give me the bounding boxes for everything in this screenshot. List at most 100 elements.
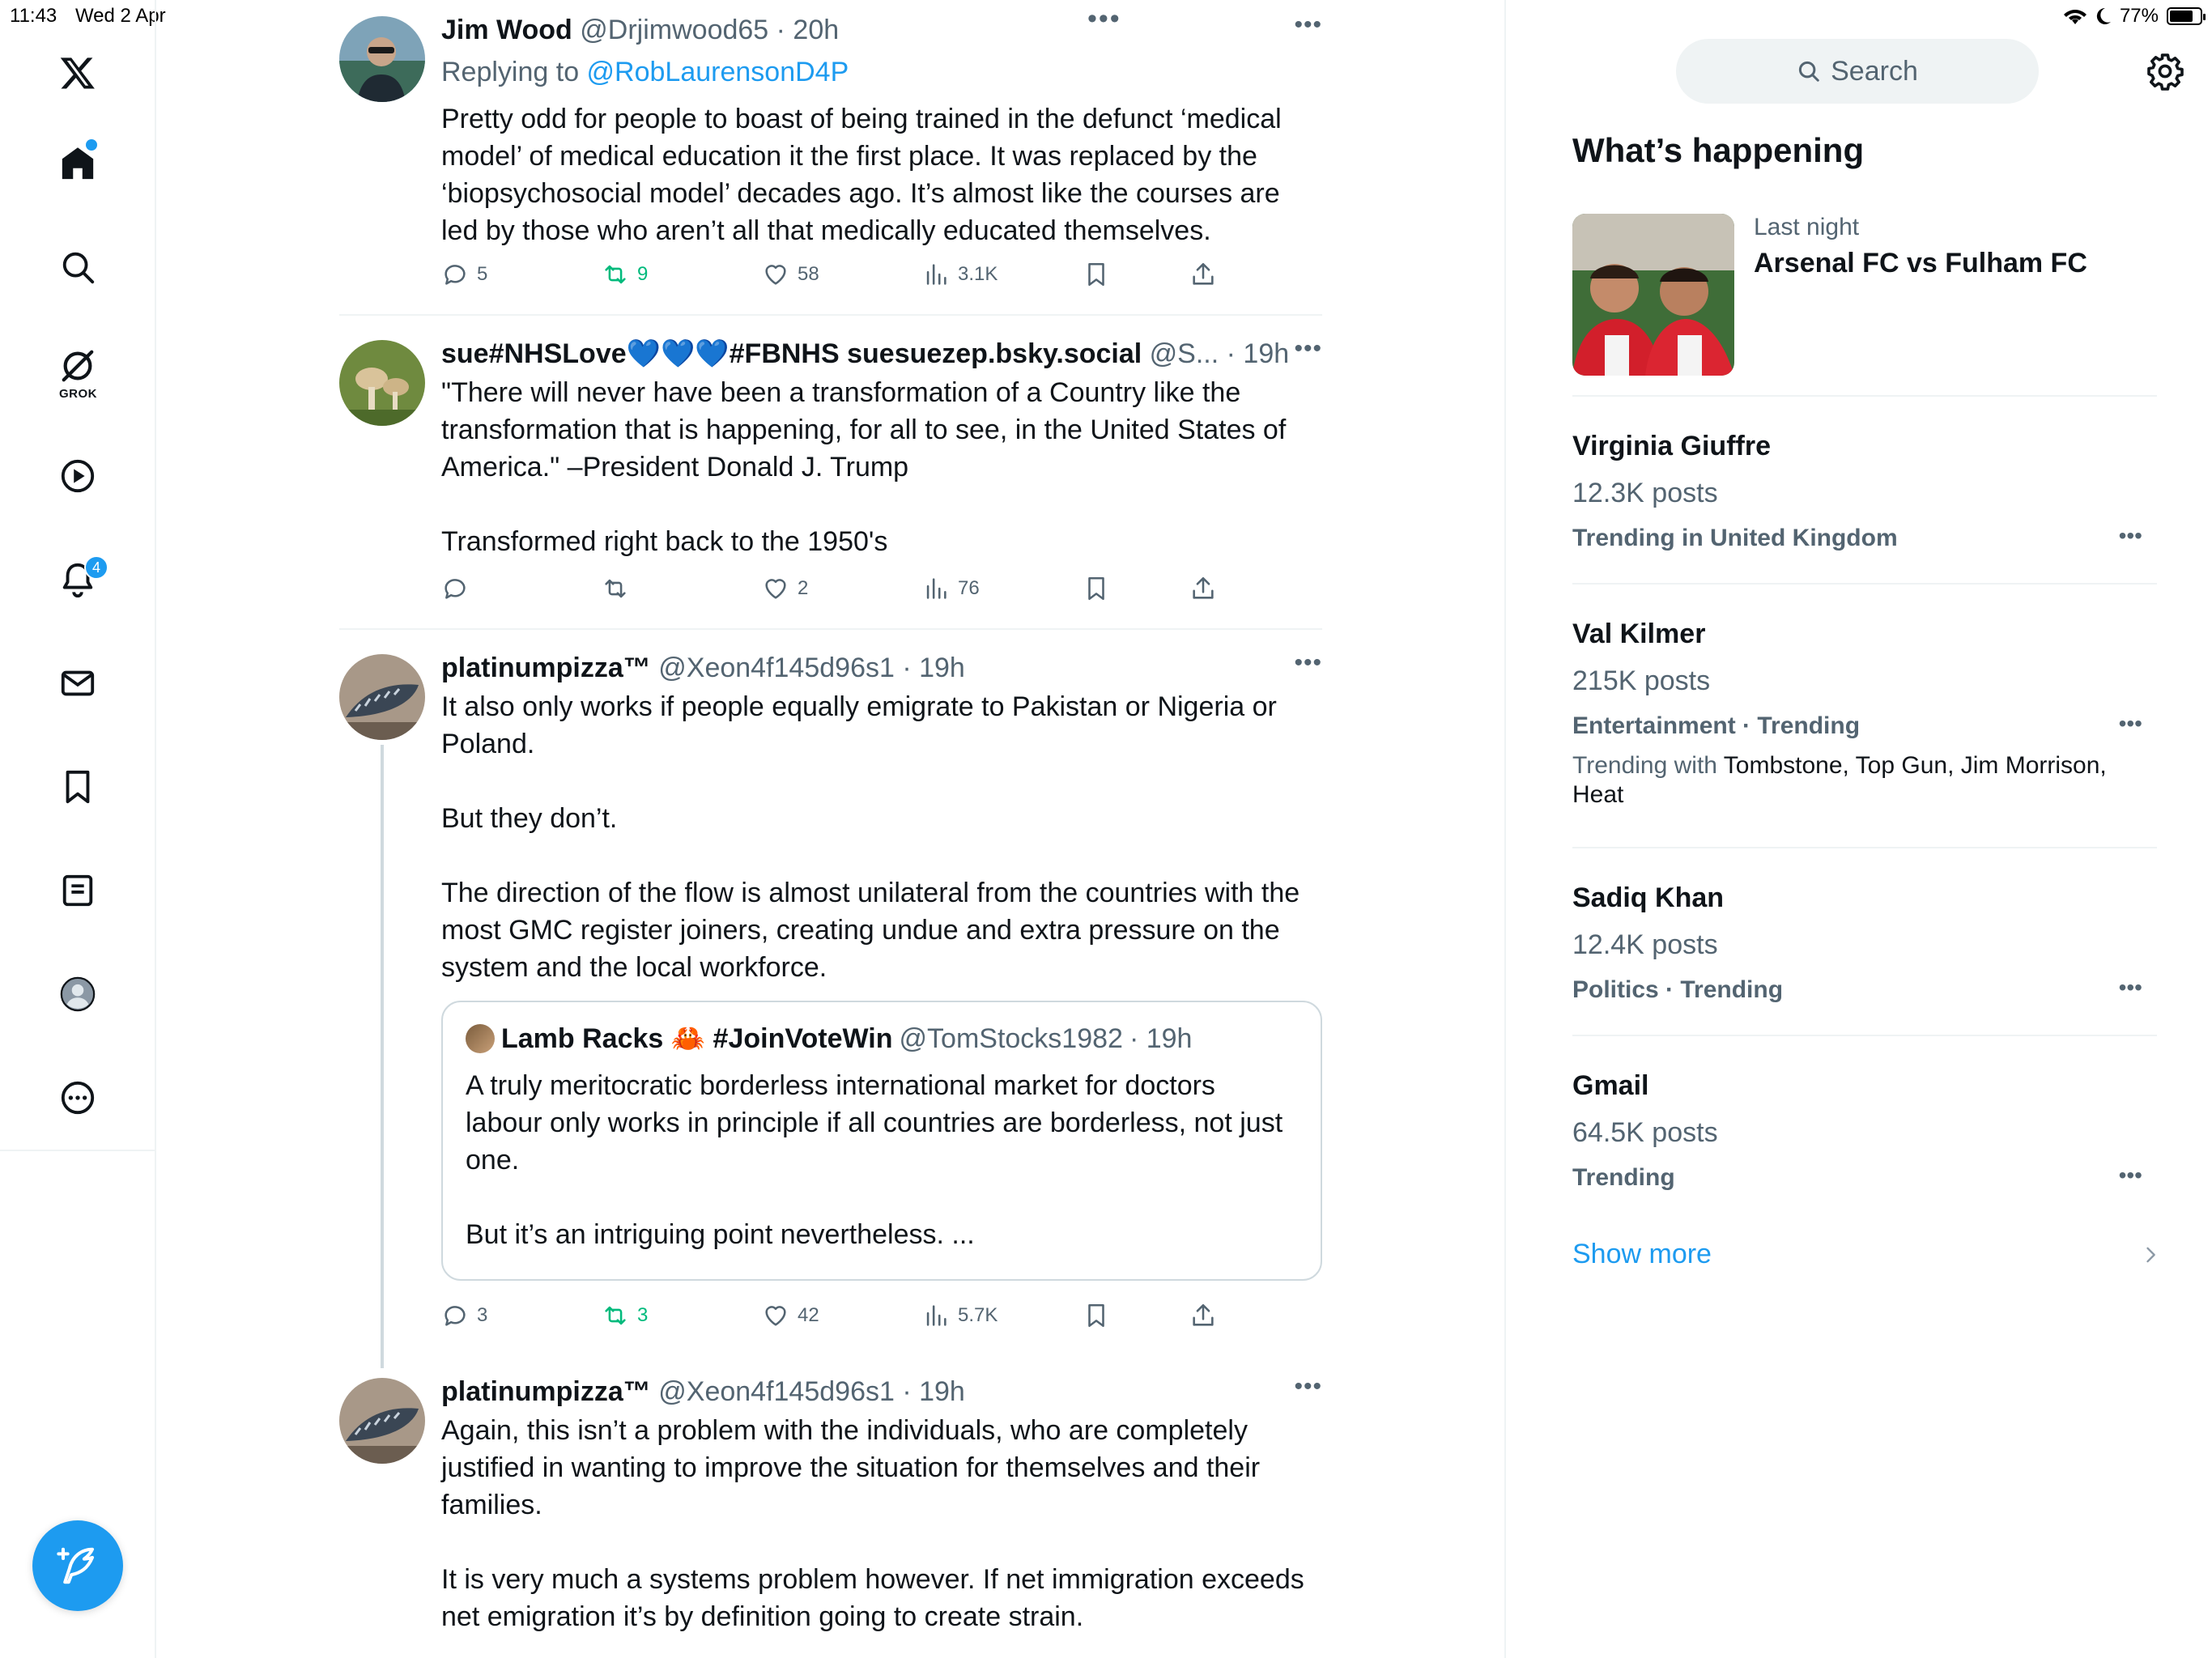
left-nav: GROK 4 — [0, 0, 156, 1658]
compose-post-button[interactable] — [32, 1520, 123, 1611]
reply-icon — [445, 265, 466, 285]
views-button[interactable]: 76 — [922, 575, 980, 602]
search-input[interactable]: Search — [1676, 39, 2039, 104]
trend-more-icon[interactable]: ••• — [2119, 523, 2142, 549]
trending-with-prefix: Trending with — [1572, 752, 1724, 779]
tweet-actions: 2 76 — [441, 575, 1322, 607]
heart-icon — [765, 1306, 786, 1326]
views-button[interactable]: 3.1K — [922, 261, 998, 288]
trending-event[interactable]: Last night Arsenal FC vs Fulham FC — [1572, 214, 2155, 376]
timeline-feed[interactable]: ••• Jim Wood @Drjimwood65 · 20h ••• Repl… — [156, 0, 1504, 1658]
repost-button[interactable] — [602, 575, 637, 602]
author-handle[interactable]: @S... — [1150, 338, 1219, 369]
reply-button[interactable] — [441, 575, 477, 602]
compose-feather-icon — [57, 1547, 95, 1584]
replying-to-link[interactable]: @RobLaurensonD4P — [587, 57, 849, 87]
avatar[interactable] — [339, 1378, 425, 1464]
quoted-tweet[interactable]: Lamb Racks 🦀 #JoinVoteWin @TomStocks1982… — [441, 1001, 1322, 1281]
tweet-more-icon[interactable]: ••• — [1294, 649, 1322, 677]
avatar[interactable] — [339, 16, 425, 102]
event-image — [1572, 214, 1734, 376]
tweet-header: sue#NHSLove💙💙💙#FBNHS suesuezep.bsky.soci… — [441, 335, 1322, 372]
tweet[interactable]: sue#NHSLove💙💙💙#FBNHS suesuezep.bsky.soci… — [339, 335, 1322, 619]
like-button[interactable]: 42 — [762, 1302, 819, 1329]
quote-author-handle[interactable]: @TomStocks1982 — [900, 1020, 1123, 1057]
chevron-right-icon[interactable] — [2139, 1244, 2162, 1266]
post-time: · 20h — [776, 15, 840, 45]
tweet-divider — [339, 314, 1322, 316]
section-title: What’s happening — [1572, 131, 1865, 169]
trend-divider — [1572, 583, 2157, 585]
author-name[interactable]: platinumpizza™ — [441, 653, 651, 683]
quote-header: Lamb Racks 🦀 #JoinVoteWin @TomStocks1982… — [466, 1020, 1192, 1057]
trend-more-icon[interactable]: ••• — [2119, 1163, 2142, 1188]
repost-button[interactable]: 9 — [602, 261, 648, 288]
settings-gear-icon[interactable] — [2146, 52, 2184, 91]
trend-category: Trending in United Kingdom — [1572, 525, 1898, 551]
profile-avatar-icon[interactable] — [52, 968, 104, 1020]
grok-icon[interactable] — [52, 340, 104, 392]
trend-item[interactable]: Gmail 64.5K posts Trending ••• — [1572, 1067, 2157, 1197]
share-button[interactable] — [1189, 575, 1217, 602]
tweet[interactable]: platinumpizza™ @Xeon4f145d96s1 · 19h •••… — [339, 649, 1322, 1346]
tweet-body: platinumpizza™ @Xeon4f145d96s1 · 19h •••… — [441, 649, 1322, 986]
trend-item[interactable]: Val Kilmer 215K posts Entertainment · Tr… — [1572, 615, 2157, 818]
show-more-link[interactable]: Show more — [1572, 1239, 1712, 1270]
grok-label: GROK — [59, 387, 97, 401]
bookmark-button[interactable] — [1083, 261, 1110, 288]
views-button[interactable]: 5.7K — [922, 1302, 998, 1329]
event-time: Last night — [1754, 214, 1860, 240]
like-button[interactable]: 58 — [762, 261, 819, 288]
trend-posts: 215K posts — [1572, 665, 1711, 696]
trend-item[interactable]: Sadiq Khan 12.4K posts Politics · Trendi… — [1572, 879, 2157, 1009]
author-handle[interactable]: @Xeon4f145d96s1 — [658, 653, 895, 683]
author-name[interactable]: Jim Wood — [441, 15, 572, 45]
trend-more-icon[interactable]: ••• — [2119, 975, 2142, 1001]
author-handle[interactable]: @Drjimwood65 — [580, 15, 768, 45]
event-title: Arsenal FC vs Fulham FC — [1754, 248, 2087, 278]
home-unread-dot — [86, 139, 97, 151]
trend-item[interactable]: Virginia Giuffre 12.3K posts Trending in… — [1572, 427, 2157, 557]
tweet-text: Again, this isn’t a problem with the ind… — [441, 1415, 1304, 1632]
bookmark-button[interactable] — [1083, 1302, 1110, 1329]
post-time: · 19h — [1226, 338, 1290, 369]
share-button[interactable] — [1189, 261, 1217, 288]
author-name[interactable]: sue#NHSLove💙💙💙#FBNHS suesuezep.bsky.soci… — [441, 338, 1142, 369]
view-count: 5.7K — [958, 1304, 998, 1326]
share-icon — [1193, 1303, 1214, 1326]
more-options-circle-icon[interactable] — [52, 1072, 104, 1124]
x-logo-icon[interactable] — [52, 47, 104, 99]
tweet-actions: 3 3 42 5.7K — [441, 1302, 1322, 1334]
bookmark-icon — [1088, 262, 1104, 287]
tweet[interactable]: Jim Wood @Drjimwood65 · 20h ••• Replying… — [339, 11, 1322, 303]
tweet-more-icon[interactable]: ••• — [1294, 1373, 1322, 1401]
bookmark-button[interactable] — [1083, 575, 1110, 602]
share-button[interactable] — [1189, 1302, 1217, 1329]
avatar[interactable] — [339, 654, 425, 740]
tweet[interactable]: platinumpizza™ @Xeon4f145d96s1 · 19h •••… — [339, 1373, 1322, 1658]
reply-button[interactable]: 5 — [441, 261, 487, 288]
like-button[interactable]: 2 — [762, 575, 808, 602]
trend-more-icon[interactable]: ••• — [2119, 711, 2142, 737]
tweet-more-icon[interactable]: ••• — [1294, 335, 1322, 363]
trend-divider — [1572, 847, 2157, 848]
bookmarks-icon[interactable] — [52, 761, 104, 813]
tweet-more-icon[interactable]: ••• — [1294, 11, 1322, 39]
trend-name: Sadiq Khan — [1572, 882, 1725, 913]
messages-envelope-icon[interactable] — [52, 657, 104, 709]
author-name[interactable]: platinumpizza™ — [441, 1376, 651, 1407]
video-play-icon[interactable] — [52, 450, 104, 502]
author-handle[interactable]: @Xeon4f145d96s1 — [658, 1376, 895, 1407]
quote-avatar[interactable] — [466, 1024, 495, 1053]
replying-to: Replying to @RobLaurensonD4P — [441, 53, 1322, 91]
reply-button[interactable]: 3 — [441, 1302, 487, 1329]
repost-button[interactable]: 3 — [602, 1302, 648, 1329]
views-chart-icon — [926, 1305, 946, 1326]
explore-search-icon[interactable] — [52, 241, 104, 293]
views-chart-icon — [926, 578, 946, 599]
bookmark-icon — [1088, 576, 1104, 601]
lists-icon[interactable] — [52, 865, 104, 916]
reply-icon — [445, 579, 466, 599]
avatar[interactable] — [339, 340, 425, 426]
quote-author-name[interactable]: Lamb Racks 🦀 #JoinVoteWin — [501, 1020, 893, 1057]
